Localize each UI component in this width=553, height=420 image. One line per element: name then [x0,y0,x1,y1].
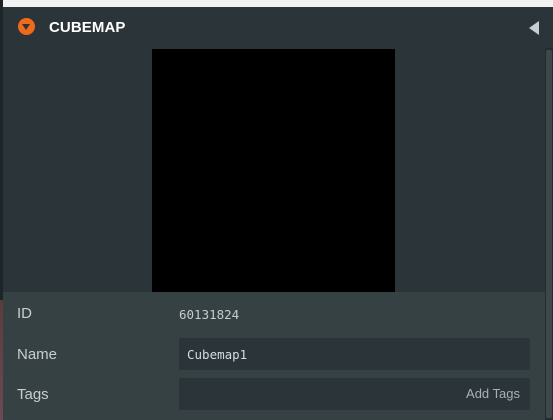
preview-area [3,48,545,292]
tags-field[interactable]: Add Tags [179,378,530,410]
scrollbar-thumb[interactable] [546,50,552,418]
cubemap-panel: CUBEMAP ID 60131824 Name Tags Add Tags [0,0,553,420]
name-input[interactable] [179,338,530,370]
panel-title: CUBEMAP [49,19,126,36]
id-label: ID [17,305,32,322]
cubemap-preview [152,49,395,292]
triangle-left-icon[interactable] [529,21,539,35]
properties-section: ID 60131824 Name Tags Add Tags [3,292,545,420]
name-field[interactable] [179,338,530,370]
id-value: 60131824 [179,307,240,322]
name-label: Name [17,346,58,363]
collapse-icon[interactable] [18,18,35,35]
panel-header[interactable]: CUBEMAP [3,7,553,48]
top-border [0,0,553,7]
add-tags-button[interactable]: Add Tags [466,386,520,401]
tags-label: Tags [17,386,49,403]
